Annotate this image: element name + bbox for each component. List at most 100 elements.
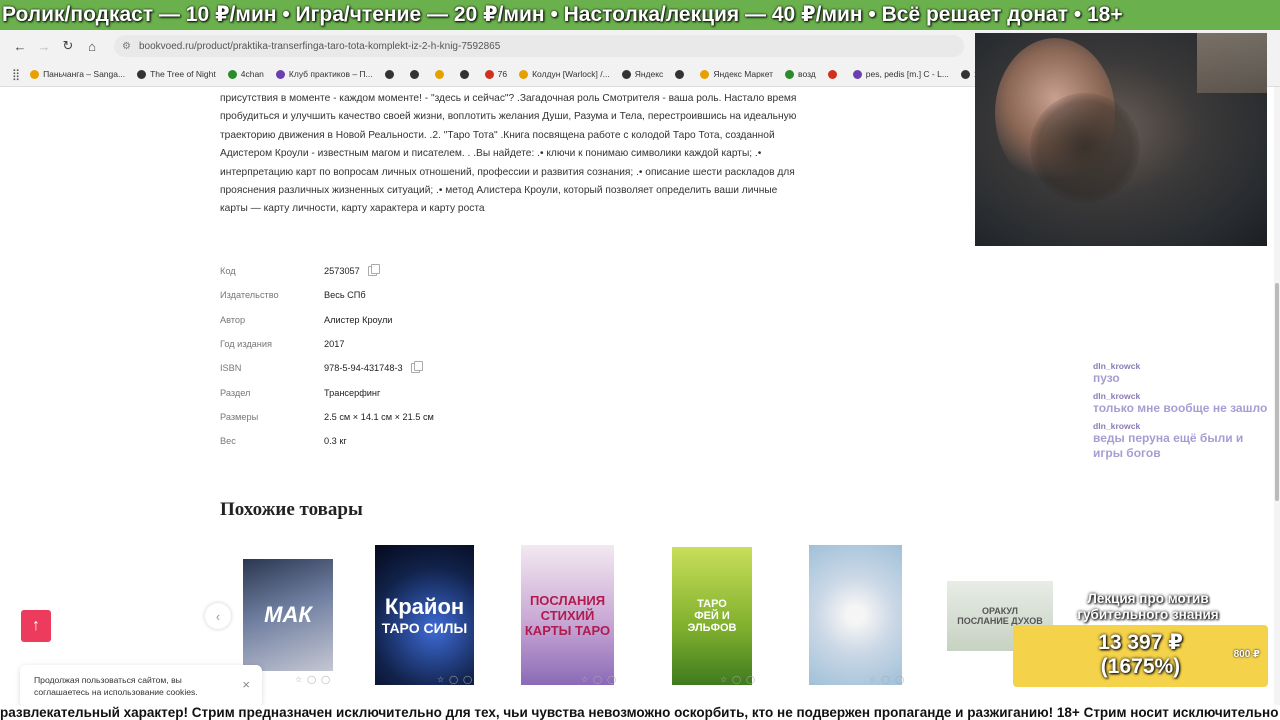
property-key: Автор <box>220 314 246 325</box>
property-key: ISBN <box>220 363 242 374</box>
url-text: bookvoed.ru/product/praktika-transerfing… <box>138 40 501 52</box>
bookmark[interactable] <box>434 69 448 79</box>
property-key: Издательство <box>220 290 279 301</box>
similar-products-title: Похожие товары <box>220 499 363 520</box>
donation-target: 800 ₽ <box>1233 649 1260 660</box>
product-cover[interactable]: Крайон ТАРО СИЛЫ <box>375 545 474 685</box>
bookmark[interactable] <box>409 69 423 79</box>
chat-text: пузо <box>1093 371 1120 385</box>
chat-message: dln_krowck пузо <box>1093 361 1273 386</box>
stream-bottom-ticker: развлекательный характер! Стрим предназн… <box>0 705 1280 720</box>
copy-icon[interactable] <box>410 361 423 374</box>
bookmark-icon <box>785 69 795 79</box>
chat-username: dln_krowck <box>1093 361 1141 371</box>
chat-message: dln_krowck только мне вообще не зашло <box>1093 391 1273 416</box>
property-value[interactable]: Алистер Кроули <box>324 315 392 325</box>
property-key: Год издания <box>220 339 272 350</box>
bookmark-icon <box>700 69 710 79</box>
property-row: Издательство Весь СПб <box>220 283 434 307</box>
bookmark[interactable]: The Tree of Night <box>137 69 216 79</box>
bookmark[interactable] <box>459 69 473 79</box>
bookmark[interactable]: Яндекс <box>621 69 663 79</box>
property-key: Размеры <box>220 411 259 422</box>
description-text: присутствия в моменте - каждом моменте! … <box>220 93 797 215</box>
bookmark[interactable]: Клуб практиков – П... <box>275 69 373 79</box>
property-value: 978-5-94-431748-3 <box>324 361 423 374</box>
stream-top-ticker: Ролик/подкаст — 10 ₽/мин • Игра/чтение —… <box>0 0 1280 30</box>
bookmark-icon <box>675 69 685 79</box>
product-cover[interactable]: ПОСЛАНИЯ СТИХИЙ КАРТЫ ТАРО <box>521 545 614 685</box>
property-value: 2573057 <box>324 264 380 277</box>
bookmark-icon <box>960 69 970 79</box>
bookmark-icon <box>519 69 529 79</box>
property-value[interactable]: Трансерфинг <box>324 388 380 398</box>
property-key: Раздел <box>220 387 251 398</box>
property-row: Вес 0.3 кг <box>220 429 434 453</box>
site-info-icon[interactable]: ⚙ <box>122 41 131 52</box>
bookmark-icon <box>852 69 862 79</box>
property-row: Раздел Трансерфинг <box>220 380 434 404</box>
property-value[interactable]: Весь СПб <box>324 290 366 300</box>
donation-goal-title: Лекция про мотив губительного знания <box>1077 591 1219 622</box>
bookmark[interactable]: Паньчанга – Sanga... <box>30 69 125 79</box>
bookmark-icon <box>384 69 394 79</box>
product-properties: Код 2573057 Издательство Весь СПб Автор … <box>220 259 434 453</box>
bookmark[interactable]: pes, pedis [m.] C - L... <box>852 69 949 79</box>
cookie-text: Продолжая пользоваться сайтом, вы соглаш… <box>34 675 198 697</box>
property-row: ISBN 978-5-94-431748-3 <box>220 356 434 380</box>
property-key: Вес <box>220 436 236 447</box>
bookmark-icon <box>137 69 147 79</box>
property-row: Код 2573057 <box>220 259 434 283</box>
home-icon[interactable]: ⌂ <box>80 34 104 58</box>
reload-icon[interactable]: ↻ <box>56 34 80 58</box>
cookie-banner: Продолжая пользоваться сайтом, вы соглаш… <box>20 665 262 707</box>
streamer-beard <box>1030 93 1140 203</box>
property-value: 2017 <box>324 339 345 350</box>
bookmark-icon <box>30 69 40 79</box>
page-scrollbar[interactable] <box>1274 87 1280 720</box>
bookmark-icon <box>409 69 419 79</box>
bookmark[interactable] <box>827 69 841 79</box>
bookmark[interactable]: 76 <box>484 69 507 79</box>
webcam-overlay <box>975 33 1267 246</box>
property-row: Год издания 2017 <box>220 332 434 356</box>
chat-username: dln_krowck <box>1093 391 1141 401</box>
close-icon[interactable]: × <box>242 677 250 692</box>
property-value: 0.3 кг <box>324 436 347 447</box>
product-cover[interactable]: МАК <box>243 559 333 671</box>
chat-text: только мне вообще не зашло <box>1093 401 1268 415</box>
bookmark[interactable]: возд <box>785 69 816 79</box>
scroll-up-button[interactable]: ↑ <box>21 610 51 642</box>
bookmark-icon <box>484 69 494 79</box>
similar-products-carousel: ‹ МАК ☆◯◯ Крайон ТАРО СИЛЫ ☆◯◯ ПОСЛАНИЯ … <box>205 545 1085 695</box>
property-row: Автор Алистер Кроули <box>220 308 434 332</box>
scrollbar-thumb[interactable] <box>1275 283 1279 501</box>
bookmark[interactable]: Яндекс Маркет <box>700 69 773 79</box>
product-cover[interactable]: ТАРО ФЕЙ И ЭЛЬФОВ <box>672 547 752 685</box>
bookmark[interactable] <box>384 69 398 79</box>
bookmark[interactable] <box>675 69 688 79</box>
back-icon[interactable]: ← <box>8 34 32 58</box>
product-cover[interactable] <box>809 545 902 685</box>
address-bar[interactable]: ⚙ bookvoed.ru/product/praktika-transerfi… <box>114 35 964 57</box>
webcam-background <box>1197 33 1267 93</box>
bookmark-icon <box>827 69 837 79</box>
donation-goal-box: 13 397 ₽ (1675%) 800 ₽ <box>1013 625 1268 687</box>
bookmark-icon <box>434 69 444 79</box>
bookmark-icon <box>621 69 631 79</box>
chat-text: веды перуна ещё были и игры богов <box>1093 431 1244 460</box>
bookmark-icon <box>459 69 469 79</box>
donation-amount: 13 397 ₽ (1675%) <box>1098 631 1183 678</box>
stream-chat: dln_krowck пузо dln_krowck только мне во… <box>1093 361 1273 466</box>
property-key: Код <box>220 266 236 277</box>
bookmark[interactable]: 4chan <box>227 69 264 79</box>
apps-icon[interactable]: ⣿ <box>12 68 20 81</box>
copy-icon[interactable] <box>367 264 380 277</box>
carousel-prev-button[interactable]: ‹ <box>205 603 231 629</box>
chat-message: dln_krowck веды перуна ещё были и игры б… <box>1093 421 1273 461</box>
bookmark[interactable]: Колдун [Warlock] /... <box>519 69 610 79</box>
forward-icon[interactable]: → <box>32 34 56 58</box>
property-row: Размеры 2.5 см × 14.1 см × 21.5 см <box>220 405 434 429</box>
chat-username: dln_krowck <box>1093 421 1141 431</box>
product-description: присутствия в моменте - каждом моменте! … <box>220 90 800 219</box>
